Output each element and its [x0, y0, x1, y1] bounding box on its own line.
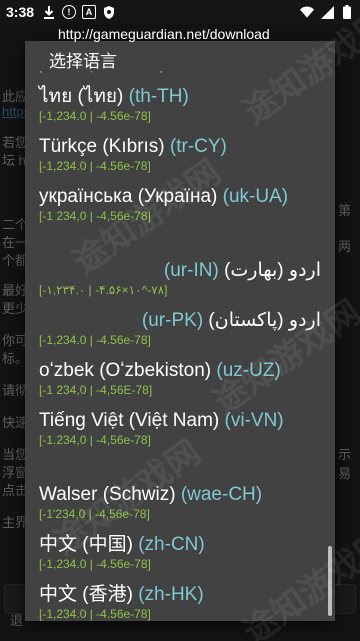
language-name: 中文 (香港) (zh-HK) [39, 583, 321, 607]
download-url[interactable]: http://gameguardian.net/download [58, 26, 270, 42]
status-time: 3:38 [6, 4, 35, 20]
number-format-sample: [-1,234.0 | -4.56e-78] [39, 109, 151, 123]
language-list-content: [-1 234,0 | -4,56×10⁻⁷⁸] ไทย (ไทย) (th-TH… [25, 71, 335, 621]
wifi-icon [300, 5, 314, 19]
language-name: اردو (پاکستان) (ur-PK) [39, 309, 321, 333]
number-format-sample: [-1,234.0 | -4.56e-78] [39, 557, 151, 571]
language-item[interactable]: اردو (پاکستان) (ur-PK) [-1,234.0 | -4.56e… [25, 309, 335, 359]
language-code: (ur-PK) [141, 310, 204, 331]
language-item[interactable]: українська (Україна) (uk-UA) [-1 234,0 | … [25, 185, 335, 259]
language-item[interactable]: Tiếng Việt (Việt Nam) (vi-VN) [-1.234,0 |… [25, 409, 335, 483]
number-format-sample: [-1'234,0 | -4,56e-78] [39, 507, 150, 521]
language-code: (vi-VN) [224, 410, 284, 431]
language-label: 中文 (中国) [39, 534, 133, 555]
language-name: oʻzbek (Oʻzbekiston) (uz-UZ) [39, 359, 321, 383]
language-label: اردو (پاکستان) [208, 310, 321, 331]
language-label: Tiếng Việt (Việt Nam) [39, 410, 220, 431]
language-code: (tr-CY) [169, 136, 227, 157]
language-label: 中文 (香港) [39, 584, 133, 605]
number-format-sample: [-۱,۲۳۴.۰ | -۴.۵۶×۱۰^-۷۸] [39, 283, 168, 297]
number-format-sample: [-1 234,0 | -4,56e-78] [39, 209, 151, 223]
language-item[interactable]: Walser (Schwiz) (wae-CH) [-1'234,0 | -4,5… [25, 483, 335, 533]
language-item[interactable]: اردو (بھارت) (ur-IN) [-۱,۲۳۴.۰ | -۴.۵۶×۱۰… [25, 259, 335, 309]
language-code: (uk-UA) [222, 186, 289, 207]
language-code: (th-TH) [128, 86, 189, 107]
language-code: (wae-CH) [180, 484, 263, 505]
language-name: اردو (بھارت) (ur-IN) [39, 259, 321, 283]
language-item[interactable]: [-1 234,0 | -4,56×10⁻⁷⁸] [25, 71, 335, 85]
language-code: (zh-HK) [138, 584, 204, 605]
number-format-sample: [-1 234,0 | -4,56E-78] [39, 383, 153, 397]
language-name: українська (Україна) (uk-UA) [39, 185, 321, 209]
notification-icons: ! A [42, 5, 116, 19]
language-item[interactable]: Türkçe (Kıbrıs) (tr-CY) [-1,234.0 | -4.56… [25, 135, 335, 185]
language-item[interactable]: oʻzbek (Oʻzbekiston) (uz-UZ) [-1 234,0 | … [25, 359, 335, 409]
language-label: oʻzbek (Oʻzbekiston) [39, 360, 212, 381]
number-format-sample: [-1,234.0 | -4.56e-78] [39, 159, 151, 173]
language-name: Türkçe (Kıbrıs) (tr-CY) [39, 135, 321, 159]
language-label: اردو (بھارت) [224, 260, 321, 281]
language-list[interactable]: [-1 234,0 | -4,56×10⁻⁷⁸] ไทย (ไทย) (th-TH… [25, 71, 335, 621]
language-label: Walser (Schwiz) [39, 484, 176, 505]
system-icons [300, 5, 354, 19]
number-format-sample: [-1,234.0 | -4.56e-78] [39, 333, 151, 347]
language-name: Tiếng Việt (Việt Nam) (vi-VN) [39, 409, 321, 433]
language-label: українська (Україна) [39, 186, 218, 207]
language-item[interactable]: ไทย (ไทย) (th-TH) [-1,234.0 | -4.56e-78] [25, 85, 335, 135]
language-name: 中文 (中国) (zh-CN) [39, 533, 321, 557]
language-dialog: 选择语言 [-1 234,0 | -4,56×10⁻⁷⁸] ไทย (ไทย) (… [25, 41, 335, 621]
language-code: (zh-CN) [138, 534, 205, 555]
language-item[interactable]: 中文 (中国) (zh-CN) [-1,234.0 | -4.56e-78] [25, 533, 335, 583]
language-code: (uz-UZ) [216, 360, 281, 381]
number-format-sample: [-1.234,0 | -4,56e-78] [39, 433, 151, 447]
language-name: Walser (Schwiz) (wae-CH) [39, 483, 321, 507]
language-item[interactable]: 中文 (香港) (zh-HK) [-1,234.0 | -4.56e-78] [25, 583, 335, 621]
signal-icon [320, 5, 334, 19]
language-code: (ur-IN) [163, 260, 219, 281]
number-format-sample: [-1,234.0 | -4.56e-78] [39, 607, 151, 621]
app-a-icon: A [82, 5, 97, 19]
dialog-title: 选择语言 [49, 52, 117, 71]
battery-icon [340, 5, 354, 19]
language-label: Türkçe (Kıbrıs) [39, 136, 165, 157]
list-scrollbar[interactable] [328, 546, 332, 616]
number-format-sample: [-1 234,0 | -4,56×10⁻⁷⁸] [39, 71, 321, 74]
language-name: ไทย (ไทย) (th-TH) [39, 85, 321, 109]
shield-icon [102, 5, 116, 19]
status-bar: 3:38 ! A [0, 0, 360, 24]
language-label: ไทย (ไทย) [39, 86, 124, 107]
download-icon [42, 5, 56, 19]
alert-icon: ! [62, 5, 77, 19]
